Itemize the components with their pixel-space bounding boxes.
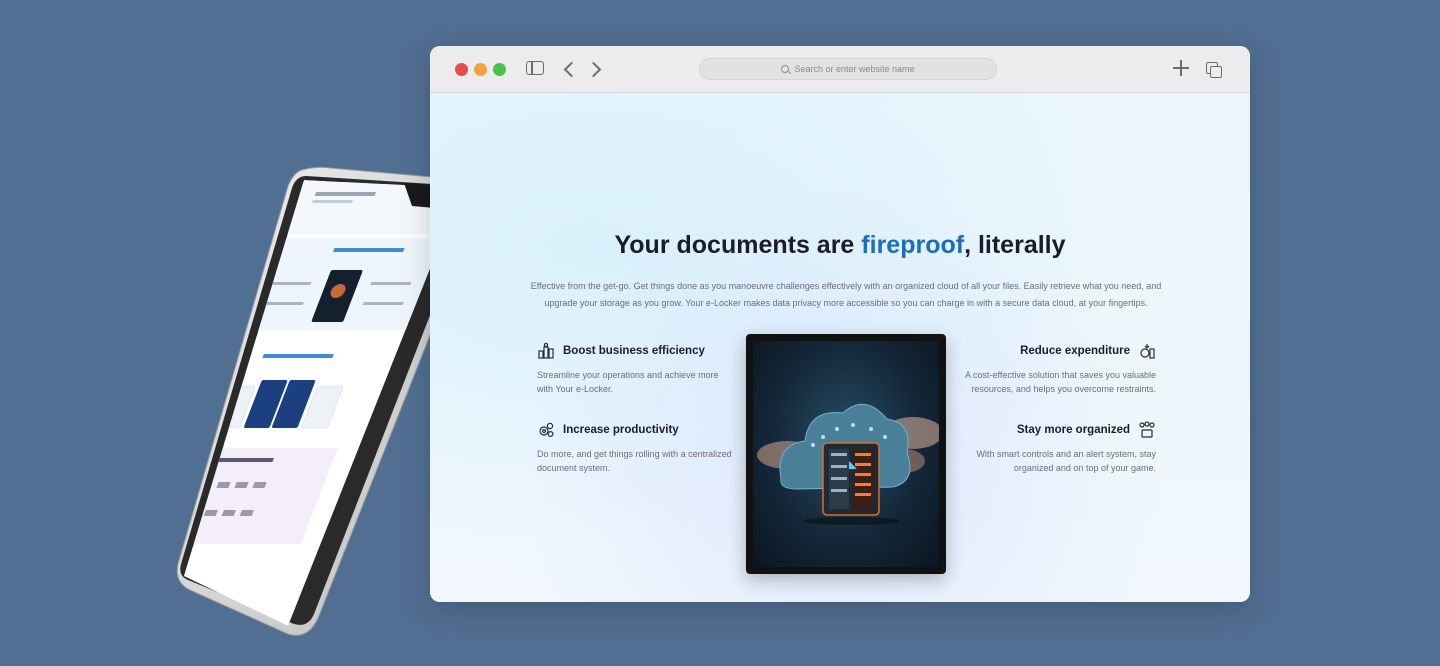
sidebar-icon[interactable] [526, 61, 544, 75]
plus-icon[interactable] [1173, 60, 1189, 76]
feature-stay-organized: Stay more organized With smart controls … [956, 421, 1156, 475]
tabs-icon[interactable] [1206, 62, 1222, 78]
browser-window: Search or enter website name Your docume… [430, 46, 1250, 602]
blocks-icon [538, 342, 554, 359]
feature-increase-productivity: Increase productivity Do more, and get t… [537, 421, 737, 475]
maximize-window-button[interactable] [493, 63, 506, 76]
feature-title: Stay more organized [1016, 424, 1130, 436]
address-bar-placeholder: Search or enter website name [794, 64, 915, 74]
feature-title: Reduce expenditure [1020, 345, 1130, 357]
organize-icon [1139, 421, 1155, 438]
coins-icon [1140, 344, 1155, 359]
page-title: Your documents are fireproof, literally [614, 231, 1066, 259]
cloud-illustration [757, 403, 939, 525]
cloud-server-image [746, 334, 946, 574]
feature-title: Boost business efficiency [563, 345, 705, 357]
hero-description: Effective from the get-go. Get things do… [530, 281, 1162, 308]
feature-text: Do more, and get things rolling with a c… [537, 449, 732, 473]
feature-title: Increase productivity [563, 424, 679, 436]
chevron-left-icon[interactable] [563, 61, 580, 78]
chevron-right-icon[interactable] [585, 61, 602, 78]
feature-text: A cost-effective solution that saves you… [965, 370, 1156, 394]
feature-text: Streamline your operations and achieve m… [537, 370, 719, 394]
minimize-window-button[interactable] [474, 63, 487, 76]
address-bar[interactable]: Search or enter website name [699, 58, 997, 80]
feature-text: With smart controls and an alert system,… [976, 449, 1156, 473]
page-content: Your documents are fireproof, literally … [430, 93, 1250, 602]
browser-toolbar: Search or enter website name [430, 46, 1250, 93]
search-icon [781, 65, 790, 73]
close-window-button[interactable] [455, 63, 468, 76]
feature-reduce-expenditure: Reduce expenditure A cost-effective solu… [956, 342, 1156, 396]
gears-icon [539, 422, 554, 438]
feature-boost-efficiency: Boost business efficiency Streamline you… [537, 342, 737, 396]
